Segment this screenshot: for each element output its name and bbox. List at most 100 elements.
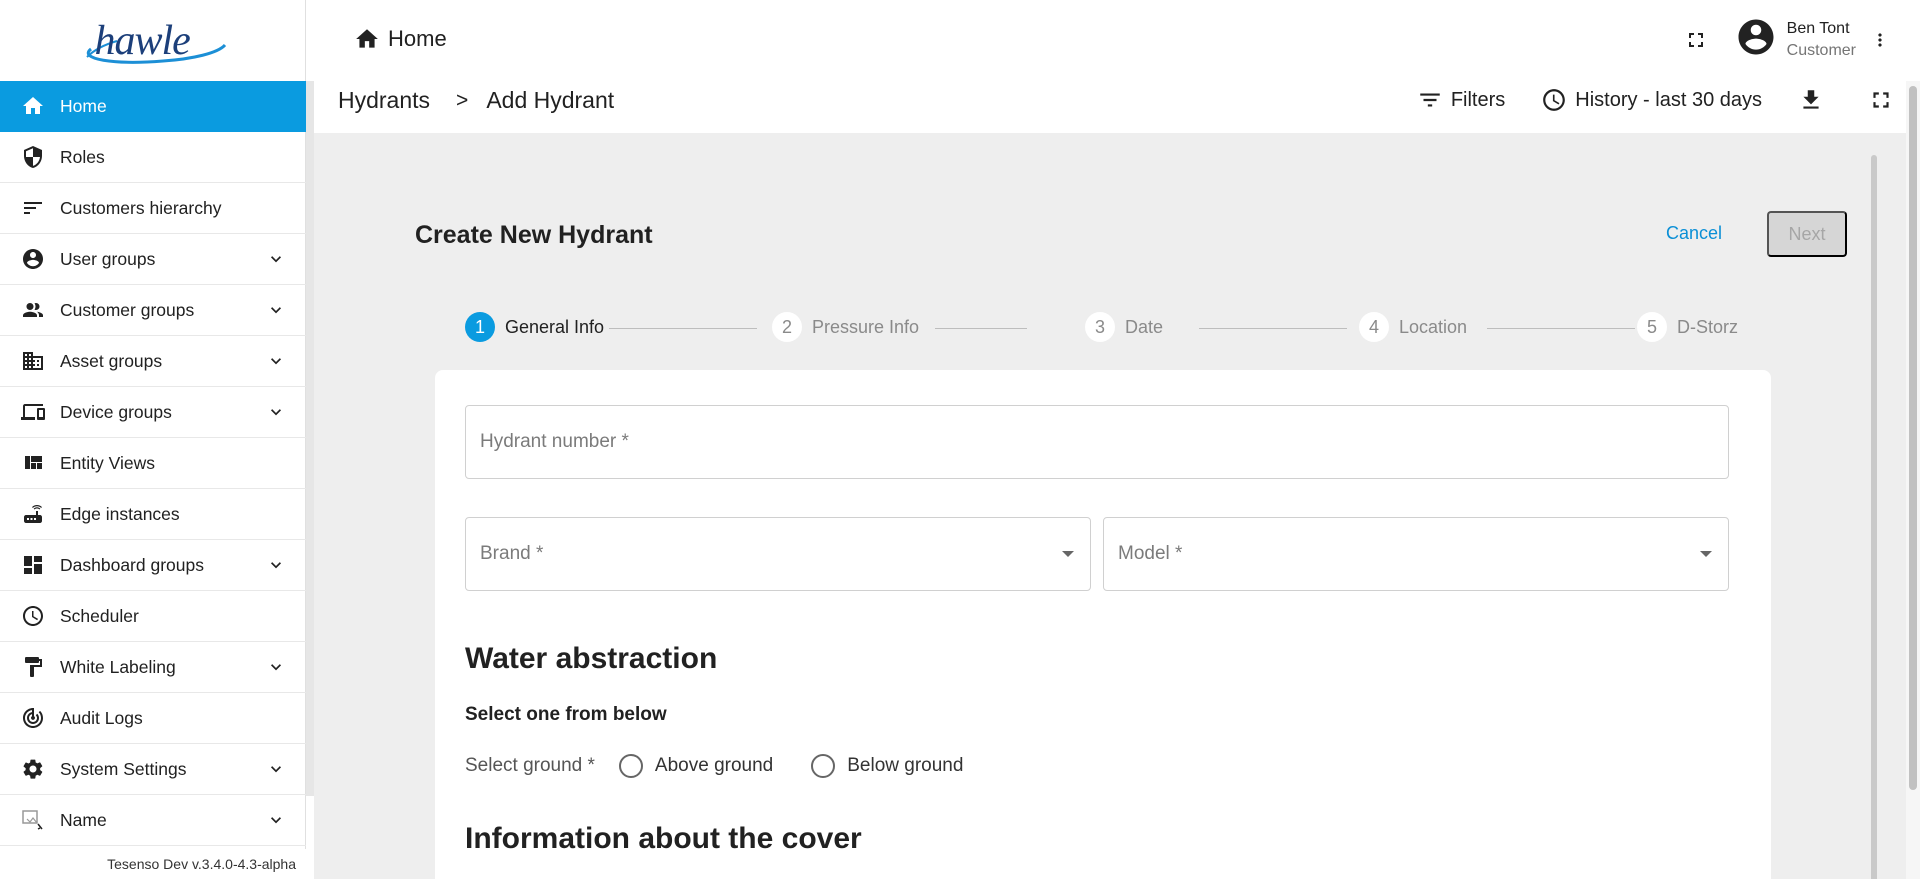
user-info[interactable]: Ben Tont Customer — [1787, 18, 1856, 62]
sidebar-item-device-groups[interactable]: Device groups — [0, 387, 306, 438]
sidebar-item-label: Device groups — [60, 401, 172, 422]
chevron-down-icon[interactable] — [266, 810, 286, 830]
step-pressure-info[interactable]: 2 Pressure Info — [772, 312, 919, 342]
chevron-down-icon[interactable] — [266, 351, 286, 371]
step-d-storz[interactable]: 5 D-Storz — [1637, 312, 1738, 342]
clock-icon — [20, 603, 46, 629]
step-location[interactable]: 4 Location — [1359, 312, 1467, 342]
sidebar-item-label: User groups — [60, 248, 156, 269]
page-scrollbar[interactable] — [1906, 81, 1920, 879]
sidebar-item-name[interactable]: Name — [0, 795, 306, 846]
user-role: Customer — [1786, 41, 1856, 59]
sidebar-item-dashboard-groups[interactable]: Dashboard groups — [0, 540, 306, 591]
sidebar-item-label: Roles — [60, 146, 105, 167]
sidebar-item-system-settings[interactable]: System Settings — [0, 744, 306, 795]
home-icon — [20, 93, 46, 119]
step-general-info[interactable]: 1 General Info — [465, 312, 604, 342]
sidebar-item-scheduler[interactable]: Scheduler — [0, 591, 306, 642]
breadcrumb: Hydrants > Add Hydrant — [338, 87, 614, 114]
step-number: 5 — [1637, 312, 1667, 342]
chevron-down-icon[interactable] — [266, 249, 286, 269]
logo-text: hawle — [94, 17, 191, 64]
sidebar-item-user-groups[interactable]: User groups — [0, 234, 306, 285]
sidebar-item-home[interactable]: Home — [0, 81, 306, 132]
cancel-button[interactable]: Cancel — [1666, 223, 1722, 244]
page-title: Home — [354, 26, 447, 52]
fullscreen-button[interactable] — [1681, 25, 1711, 55]
avatar[interactable] — [1735, 16, 1777, 63]
sidebar-item-white-labeling[interactable]: White Labeling — [0, 642, 306, 693]
radio-above-ground[interactable]: Above ground — [618, 754, 774, 778]
model-select[interactable]: Model * — [1103, 517, 1729, 591]
sidebar-item-edge-instances[interactable]: Edge instances — [0, 489, 306, 540]
page-scrollbar-thumb[interactable] — [1909, 86, 1917, 790]
sidebar-item-label: Customers hierarchy — [60, 197, 222, 218]
sidebar-item-entity-views[interactable]: Entity Views — [0, 438, 306, 489]
filters-button[interactable]: Filters — [1417, 87, 1505, 113]
next-button[interactable]: Next — [1767, 211, 1847, 257]
download-icon — [1798, 87, 1824, 113]
hydrant-number-input[interactable]: Hydrant number * — [465, 405, 1729, 479]
shield-icon — [20, 144, 46, 170]
select-ground-group: Select ground * Above ground Below groun… — [465, 754, 963, 778]
sidebar-item-label: Customer groups — [60, 299, 195, 320]
form-card: Hydrant number * Brand * Model * Water a… — [435, 370, 1771, 879]
people-icon — [20, 297, 46, 323]
sidebar-item-label: Edge instances — [60, 503, 180, 524]
water-abstraction-title: Water abstraction — [465, 642, 718, 675]
breadcrumb-bar: Hydrants > Add Hydrant Filters History -… — [314, 81, 1920, 133]
dropdown-arrow-icon — [1700, 551, 1712, 557]
chevron-down-icon[interactable] — [266, 657, 286, 677]
more-menu-button[interactable] — [1870, 28, 1890, 52]
radio-label: Above ground — [654, 755, 774, 776]
select-ground-label: Select ground * — [465, 755, 595, 776]
filters-label: Filters — [1450, 88, 1506, 111]
sidebar-item-customers-hierarchy[interactable]: Customers hierarchy — [0, 183, 306, 234]
hawle-logo[interactable]: hawle — [73, 11, 233, 71]
sidebar-item-label: Scheduler — [60, 605, 139, 626]
filter-icon — [1417, 87, 1443, 113]
chevron-down-icon[interactable] — [266, 759, 286, 779]
step-connector — [935, 328, 1027, 329]
sort-icon — [20, 195, 46, 221]
track-changes-icon — [20, 705, 46, 731]
fullscreen-icon — [1688, 32, 1703, 47]
account-circle-icon — [20, 246, 46, 272]
sidebar-item-label: Audit Logs — [60, 707, 143, 728]
domain-icon — [20, 348, 46, 374]
dropdown-arrow-icon — [1062, 551, 1074, 557]
chevron-down-icon[interactable] — [266, 402, 286, 422]
breadcrumb-hydrants[interactable]: Hydrants — [338, 87, 430, 114]
more-vert-icon — [1878, 32, 1882, 47]
version-label: Tesenso Dev v.3.4.0-4.3-alpha — [0, 849, 306, 879]
radio-circle[interactable] — [811, 754, 836, 778]
cover-info-title: Information about the cover — [465, 822, 862, 855]
router-icon — [20, 501, 46, 527]
download-button[interactable] — [1798, 87, 1832, 113]
chevron-down-icon[interactable] — [266, 555, 286, 575]
chevron-down-icon[interactable] — [266, 300, 286, 320]
radio-below-ground[interactable]: Below ground — [811, 754, 963, 778]
view-quilt-icon — [20, 450, 46, 476]
sidebar-item-audit-logs[interactable]: Audit Logs — [0, 693, 306, 744]
step-connector — [1487, 328, 1635, 329]
sidebar-nav: Home Roles Customers hierarchy User grou… — [0, 81, 306, 846]
history-button[interactable]: History - last 30 days — [1541, 87, 1762, 113]
sidebar-item-roles[interactable]: Roles — [0, 132, 306, 183]
inner-scrollbar[interactable] — [1871, 155, 1877, 879]
dashboard-fullscreen-button[interactable] — [1868, 87, 1902, 113]
radio-circle[interactable] — [618, 754, 643, 778]
brand-select[interactable]: Brand * — [465, 517, 1091, 591]
user-name: Ben Tont — [1786, 19, 1850, 37]
sidebar-item-asset-groups[interactable]: Asset groups — [0, 336, 306, 387]
select-one-label: Select one from below — [465, 704, 667, 725]
user-area: Ben Tont Customer — [1681, 16, 1920, 63]
sidebar-item-customer-groups[interactable]: Customer groups — [0, 285, 306, 336]
step-date[interactable]: 3 Date — [1085, 312, 1163, 342]
page-title-text: Home — [388, 26, 447, 51]
logo-area: hawle — [0, 0, 305, 81]
format-paint-icon — [20, 654, 46, 680]
sidebar-item-label: Dashboard groups — [60, 554, 204, 575]
brand-placeholder: Brand * — [480, 543, 544, 564]
sidebar-scrollbar[interactable] — [306, 81, 314, 796]
